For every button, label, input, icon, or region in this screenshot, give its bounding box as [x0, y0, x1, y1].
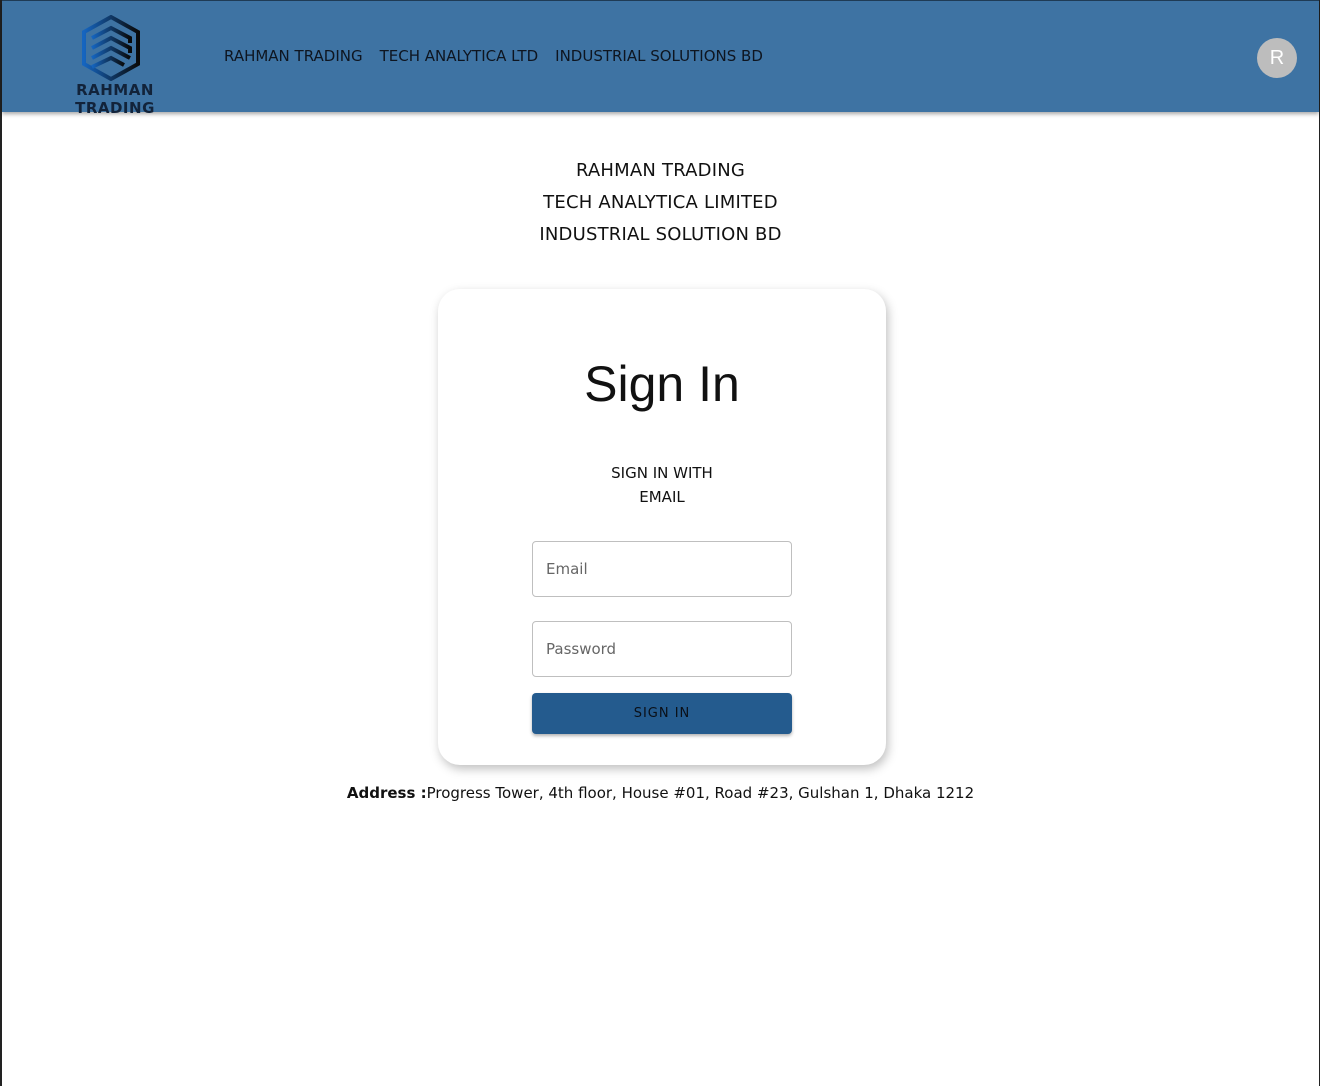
app-header: RAHMAN TRADING RAHMAN TRADING TECH ANALY… [2, 0, 1319, 117]
company-list: RAHMAN TRADING TECH ANALYTICA LIMITED IN… [2, 155, 1319, 251]
signin-subtitle-line1: SIGN IN WITH [611, 464, 713, 482]
signin-card: Sign In SIGN IN WITH EMAIL SIGN IN [438, 289, 886, 765]
company-nav: RAHMAN TRADING TECH ANALYTICA LTD INDUST… [224, 47, 763, 65]
signin-button[interactable]: SIGN IN [532, 693, 792, 734]
company-name-rahman: RAHMAN TRADING [575, 160, 746, 181]
nav-tech-analytica[interactable]: TECH ANALYTICA LTD [380, 47, 539, 65]
logo-text: RAHMAN TRADING [75, 81, 155, 117]
address-text: Progress Tower, 4th floor, House #01, Ro… [426, 784, 975, 802]
signin-subtitle-line2: EMAIL [639, 488, 685, 506]
email-field[interactable] [532, 541, 792, 597]
user-avatar[interactable]: R [1257, 38, 1297, 78]
password-field[interactable] [532, 621, 792, 677]
signin-subtitle: SIGN IN WITH EMAIL [438, 461, 886, 509]
signin-title: Sign In [584, 356, 740, 412]
address-label: Address : [346, 784, 427, 802]
hexagon-logo-icon [82, 15, 140, 81]
brand-logo[interactable]: RAHMAN TRADING [40, 15, 190, 117]
company-name-tech-analytica: TECH ANALYTICA LIMITED [543, 192, 778, 213]
address-footer: Address :Progress Tower, 4th floor, Hous… [2, 784, 1319, 802]
company-name-industrial: INDUSTRIAL SOLUTION BD [539, 224, 782, 245]
nav-industrial-solutions[interactable]: INDUSTRIAL SOLUTIONS BD [555, 47, 763, 65]
nav-rahman-trading[interactable]: RAHMAN TRADING [224, 47, 363, 65]
